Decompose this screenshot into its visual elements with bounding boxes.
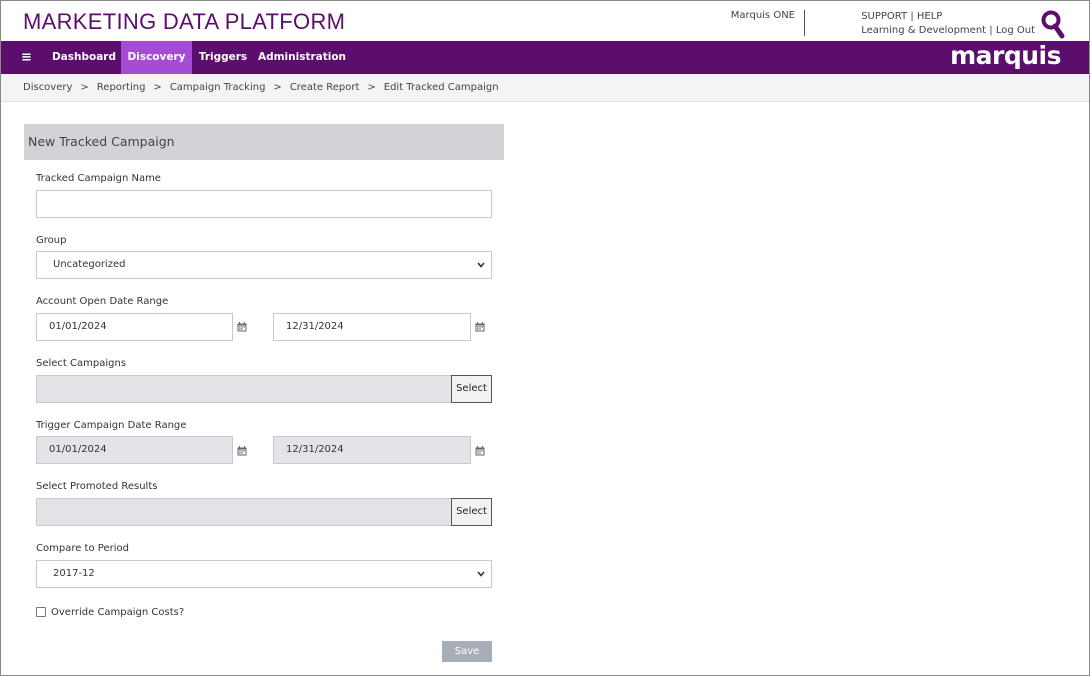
menu-icon[interactable]: ≡ [21, 41, 32, 74]
promoted-results-label: Select Promoted Results [36, 481, 158, 492]
calendar-icon[interactable] [237, 446, 247, 456]
select-promoted-results-button[interactable]: Select [451, 498, 492, 526]
override-costs-label: Override Campaign Costs? [51, 607, 185, 618]
support-link[interactable]: SUPPORT [861, 11, 907, 22]
group-select-value: Uncategorized [53, 259, 126, 270]
campaign-name-label: Tracked Campaign Name [36, 173, 161, 184]
calendar-icon[interactable] [237, 322, 247, 332]
link-separator: | [910, 11, 914, 22]
breadcrumb-create-report[interactable]: Create Report [290, 82, 360, 93]
compare-period-select[interactable]: 2017-12 [36, 560, 492, 588]
help-link[interactable]: HELP [917, 11, 942, 22]
header-divider [804, 10, 805, 36]
form-title: New Tracked Campaign [28, 134, 175, 149]
breadcrumb-bar: Discovery > Reporting > Campaign Tracking > Cr… [1, 74, 1089, 102]
breadcrumb-separator: > [80, 82, 89, 93]
account-open-end-input[interactable]: 12/31/2024 [273, 313, 471, 341]
breadcrumb: Discovery > Reporting > Campaign Tracking > Cr… [23, 82, 499, 93]
logout-link[interactable]: Log Out [996, 25, 1035, 36]
select-campaigns-label: Select Campaigns [36, 358, 127, 369]
brand-logo: marquis [950, 41, 1061, 70]
account-open-label: Account Open Date Range [36, 296, 169, 307]
account-open-start-input[interactable]: 01/01/2024 [36, 313, 233, 341]
compare-period-label: Compare to Period [36, 543, 129, 554]
trigger-range-label: Trigger Campaign Date Range [36, 420, 187, 431]
marquis-one-link[interactable]: Marquis ONE [731, 10, 795, 21]
select-campaigns-button[interactable]: Select [451, 375, 492, 403]
compare-period-value: 2017-12 [53, 568, 95, 579]
campaign-name-input[interactable] [36, 190, 492, 218]
nav-triggers[interactable]: Triggers [192, 41, 254, 74]
nav-dashboard[interactable]: Dashboard [47, 41, 121, 74]
breadcrumb-current: Edit Tracked Campaign [383, 82, 499, 93]
main-nav: ≡ Dashboard Discovery Triggers Administr… [1, 41, 1089, 74]
group-select[interactable]: Uncategorized [36, 251, 492, 279]
header-link-group: SUPPORT | HELP Learning & Development | … [861, 10, 1035, 38]
breadcrumb-campaign-tracking[interactable]: Campaign Tracking [170, 82, 266, 93]
trigger-start-input: 01/01/2024 [36, 436, 233, 464]
breadcrumb-separator: > [367, 82, 376, 93]
form-header: New Tracked Campaign [24, 124, 504, 160]
calendar-icon[interactable] [475, 322, 485, 332]
promoted-results-field [36, 498, 452, 526]
search-icon[interactable] [1041, 10, 1065, 40]
nav-discovery[interactable]: Discovery [121, 41, 192, 74]
learning-development-link[interactable]: Learning & Development [861, 25, 986, 36]
breadcrumb-reporting[interactable]: Reporting [97, 82, 146, 93]
calendar-icon[interactable] [475, 446, 485, 456]
breadcrumb-separator: > [273, 82, 282, 93]
breadcrumb-discovery[interactable]: Discovery [23, 82, 72, 93]
link-separator: | [989, 25, 993, 36]
nav-administration[interactable]: Administration [254, 41, 350, 74]
breadcrumb-separator: > [153, 82, 162, 93]
chevron-down-icon [477, 262, 485, 268]
chevron-down-icon [477, 571, 485, 577]
override-costs-checkbox[interactable] [36, 607, 46, 617]
app-title: MARKETING DATA PLATFORM [23, 9, 346, 34]
save-button[interactable]: Save [442, 641, 492, 662]
selected-campaigns-field [36, 375, 452, 403]
group-label: Group [36, 235, 67, 246]
top-header: MARKETING DATA PLATFORM Marquis ONE SUPP… [1, 1, 1089, 41]
trigger-end-input: 12/31/2024 [273, 436, 471, 464]
